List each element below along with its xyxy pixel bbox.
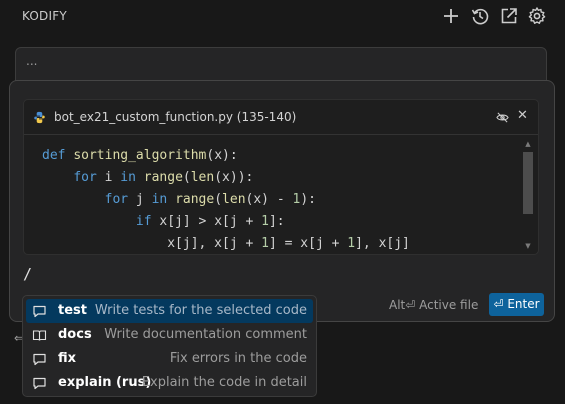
code-context-header: bot_ex21_custom_function.py (135-140) ✕ (24, 100, 538, 135)
command-name: fix (58, 351, 77, 366)
app-title: KODIFY (22, 9, 67, 23)
code-block: def sorting_algorithm(x): for i in range… (42, 145, 522, 254)
command-description: Fix errors in the code (169, 351, 307, 366)
python-icon (34, 111, 45, 124)
open-external-icon[interactable] (499, 6, 519, 26)
code-line: for j in range(len(x) - 1): (104, 192, 316, 207)
command-name: test (58, 303, 87, 318)
code-line: def sorting_algorithm(x): (42, 148, 238, 163)
close-icon[interactable]: ✕ (517, 109, 531, 123)
plus-icon[interactable] (441, 6, 461, 26)
command-item-test[interactable]: test Write tests for the selected code (26, 299, 313, 323)
history-icon[interactable] (470, 6, 490, 26)
command-name: explain (rus) (58, 375, 152, 390)
code-line: for i in range(len(x)): (73, 170, 254, 185)
gear-icon[interactable] (527, 6, 547, 26)
comment-icon (33, 353, 46, 366)
comment-icon (33, 377, 46, 390)
previous-message-text: ... (26, 54, 38, 68)
enter-button[interactable]: ⏎ Enter (489, 293, 544, 316)
book-icon (32, 330, 47, 341)
chat-input-panel[interactable]: bot_ex21_custom_function.py (135-140) ✕ … (9, 80, 555, 322)
code-line: x[j], x[j + 1] = x[j + 1], x[j] (42, 236, 410, 251)
eye-closed-icon[interactable] (496, 111, 509, 124)
command-description: Write documentation comment (104, 327, 307, 342)
active-file-hint[interactable]: Alt⏎ Active file (389, 298, 478, 312)
command-item-docs[interactable]: docs Write documentation comment (26, 323, 313, 347)
command-description: Explain the code in detail (141, 375, 307, 390)
code-context-card: bot_ex21_custom_function.py (135-140) ✕ … (23, 99, 539, 255)
command-item-explain[interactable]: explain (rus) Explain the code in detail (26, 371, 313, 395)
command-description: Write tests for the selected code (94, 303, 307, 318)
file-label: bot_ex21_custom_function.py (135-140) (54, 110, 297, 124)
slash-command-menu: test Write tests for the selected code d… (22, 295, 317, 397)
scroll-thumb[interactable] (523, 152, 533, 214)
header: KODIFY (0, 0, 565, 32)
command-name: docs (58, 327, 92, 342)
command-item-fix[interactable]: fix Fix errors in the code (26, 347, 313, 371)
code-line: if x[j] > x[j + 1]: (135, 214, 285, 229)
scroll-up-arrow-icon[interactable]: ▲ (522, 140, 534, 148)
code-scrollbar[interactable]: ▲ ▼ (522, 140, 534, 252)
scroll-down-arrow-icon[interactable]: ▼ (522, 242, 534, 250)
chat-input-field[interactable]: / (23, 265, 32, 283)
comment-icon (33, 305, 46, 318)
